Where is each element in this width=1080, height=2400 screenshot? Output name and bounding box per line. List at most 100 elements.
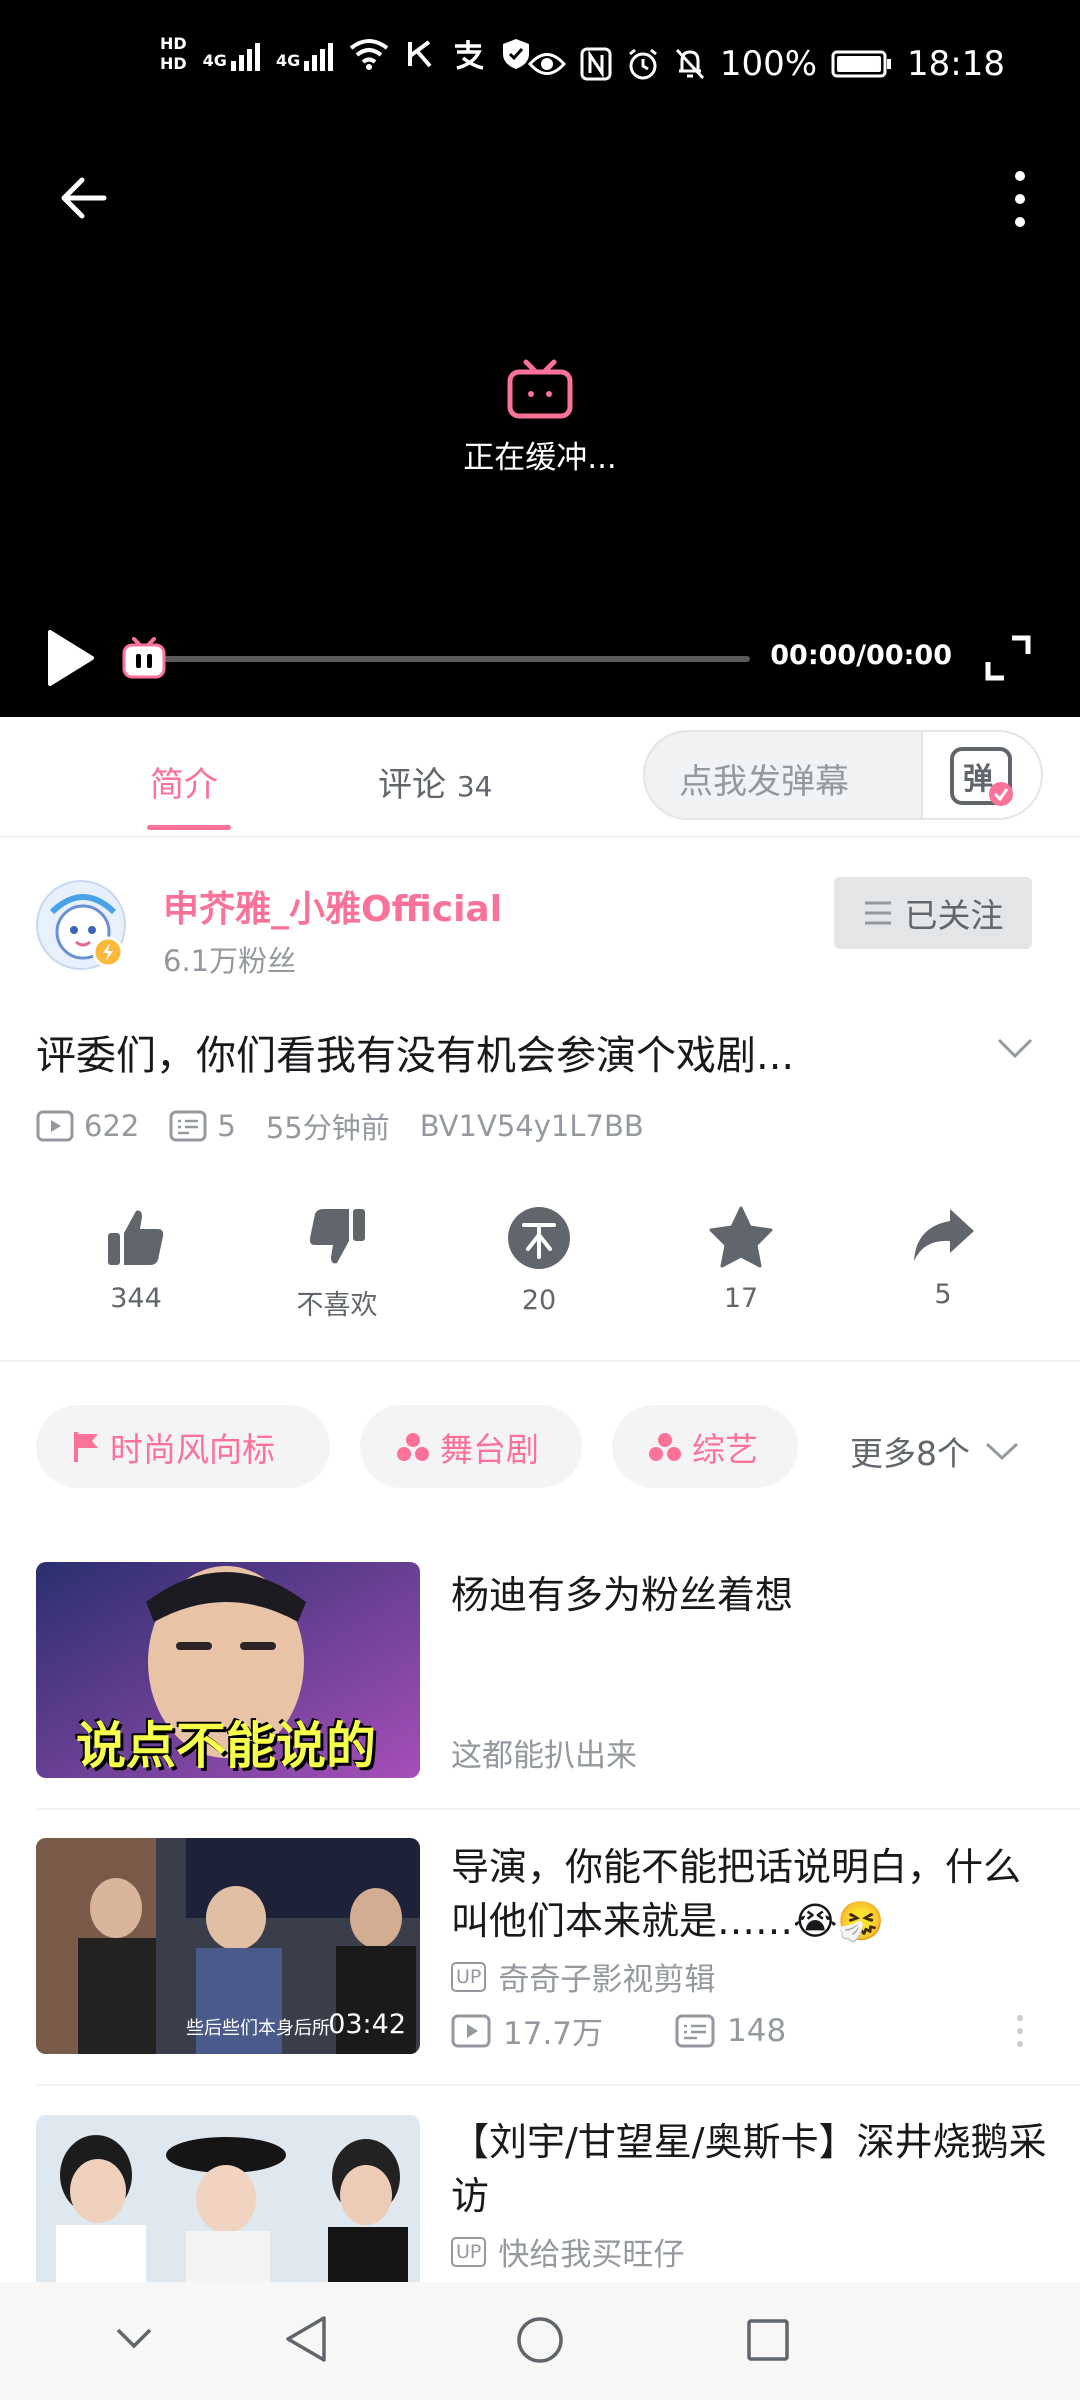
up-badge: UP — [451, 2236, 487, 2267]
nfc-icon — [580, 47, 612, 81]
status-right: 100% 18:18 — [527, 44, 1005, 84]
tab-comments[interactable]: 评论 34 — [378, 757, 492, 806]
tag-variety[interactable]: 综艺 — [612, 1405, 798, 1488]
up-name[interactable]: 申芥雅_小雅Official — [163, 880, 502, 932]
danmaku-count: 5 — [169, 1109, 236, 1143]
danmaku-count-value: 5 — [217, 1109, 236, 1143]
posted-time: 55分钟前 — [265, 1111, 390, 1145]
tag-label: 舞台剧 — [440, 1429, 539, 1469]
signal-icon — [230, 37, 260, 71]
time-display: 00:00/00:00 — [770, 640, 952, 671]
more-tags-button[interactable]: 更多8个 — [850, 1427, 1020, 1475]
coin-count: 20 — [521, 1285, 557, 1316]
thumbs-down-icon — [309, 1209, 365, 1264]
tab-intro[interactable]: 简介 — [150, 757, 218, 806]
danmaku-input[interactable]: 点我发弹幕 弹 — [643, 730, 1043, 820]
rec-stats: 17.7万 148 — [451, 2008, 786, 2053]
channel-icon — [649, 1432, 681, 1461]
play-icon[interactable] — [44, 628, 96, 688]
more-vertical-icon[interactable] — [1014, 2014, 1026, 2048]
hide-nav-chevron-icon[interactable] — [114, 2326, 154, 2350]
tab-comments-label: 评论 — [378, 765, 446, 805]
thumbnail-caption: 说点不能说的 — [76, 1717, 376, 1775]
more-tags-label: 更多8个 — [850, 1434, 970, 1473]
danmaku-toggle-button[interactable]: 弹 — [921, 732, 1041, 818]
video-player[interactable]: 正在缓冲... 00:00/00:00 — [0, 140, 1080, 717]
battery-icon — [831, 50, 892, 78]
video-thumbnail[interactable] — [36, 2115, 420, 2282]
thumbnail-caption: 些后些们本身后所 — [186, 2018, 330, 2039]
bvid[interactable]: BV1V54y1L7BB — [420, 1109, 644, 1143]
hd1-label: HD — [160, 34, 187, 53]
chevron-down-icon — [985, 1442, 1019, 1461]
follow-button[interactable]: 已关注 — [834, 877, 1032, 949]
video-meta: 622 5 55分钟前 BV1V54y1L7BB — [36, 1105, 674, 1147]
danmaku-placeholder: 点我发弹幕 — [679, 762, 849, 802]
home-circle-icon[interactable] — [516, 2316, 564, 2364]
list-divider — [36, 2084, 1080, 2086]
views: 17.7万 — [503, 2016, 604, 2052]
tab-indicator — [147, 825, 231, 830]
section-divider — [0, 1360, 1080, 1362]
tag-label: 综艺 — [692, 1429, 758, 1469]
shield-icon — [503, 39, 530, 69]
more-vertical-icon[interactable] — [1010, 170, 1030, 228]
dislike-button[interactable]: 不喜欢 — [272, 1205, 402, 1322]
recents-square-icon[interactable] — [746, 2318, 790, 2362]
net1-label: 4G — [202, 51, 227, 70]
rec-title: 【刘宇/甘望星/奥斯卡】深井烧鹅采访 — [451, 2120, 1047, 2218]
rec-item[interactable]: 说点不能说的 杨迪有多为粉丝着想 这都能扒出来 — [0, 1562, 1080, 1780]
share-button[interactable]: 5 — [878, 1205, 1008, 1310]
play-count-icon — [36, 1110, 74, 1142]
thumbnail-image — [36, 2115, 420, 2282]
alipay-icon — [455, 40, 484, 70]
rec-author: UP 快给我买旺仔 — [451, 2229, 684, 2274]
alarm-icon — [628, 48, 657, 80]
wifi-icon — [349, 39, 389, 70]
danmaku-button-label: 弹 — [963, 762, 993, 797]
signal-icon — [304, 37, 334, 71]
status-left: HD HD 4G 4G — [160, 34, 531, 74]
favorite-button[interactable]: 17 — [676, 1205, 806, 1314]
k-app-icon — [408, 40, 432, 68]
system-nav-bar — [0, 2282, 1080, 2400]
share-arrow-icon — [914, 1209, 974, 1261]
progress-thumb-icon[interactable] — [122, 637, 166, 679]
video-thumbnail[interactable]: 些后些们本身后所 03:42 — [36, 1838, 420, 2054]
rec-item[interactable]: 【刘宇/甘望星/奥斯卡】深井烧鹅采访 UP 快给我买旺仔 — [0, 2115, 1080, 2282]
dislike-label: 不喜欢 — [296, 1290, 378, 1321]
progress-bar[interactable] — [160, 656, 750, 662]
mute-bell-icon — [675, 48, 704, 80]
back-arrow-icon[interactable] — [58, 172, 110, 224]
play-count-icon — [451, 2014, 491, 2047]
danmaku-count-icon — [675, 2014, 715, 2047]
clock: 18:18 — [907, 44, 1005, 84]
up-badge: UP — [451, 1961, 487, 1992]
coin-icon — [508, 1207, 570, 1269]
battery-percent: 100% — [719, 44, 818, 84]
tag-stage-play[interactable]: 舞台剧 — [360, 1405, 582, 1488]
favorite-count: 17 — [723, 1283, 759, 1314]
thumbs-up-icon — [108, 1210, 164, 1265]
author-name: 快给我买旺仔 — [498, 2237, 685, 2273]
coin-button[interactable]: 20 — [474, 1205, 604, 1316]
tab-bar: 简介 评论 34 点我发弹幕 弹 — [0, 717, 1080, 837]
back-triangle-icon[interactable] — [284, 2314, 328, 2364]
fullscreen-icon[interactable] — [984, 634, 1032, 682]
tab-comments-count: 34 — [456, 770, 493, 803]
star-icon — [709, 1206, 773, 1268]
chevron-down-icon[interactable] — [996, 1037, 1034, 1059]
video-thumbnail[interactable]: 说点不能说的 — [36, 1562, 420, 1778]
rec-subtitle: 这都能扒出来 — [451, 1738, 637, 1774]
tag-label: 时尚风向标 — [110, 1429, 275, 1469]
like-button[interactable]: 344 — [71, 1205, 201, 1314]
danmaku: 148 — [727, 2012, 787, 2049]
rec-author: UP 奇奇子影视剪辑 — [451, 1954, 715, 1999]
view-count-value: 622 — [84, 1109, 140, 1143]
rec-title: 杨迪有多为粉丝着想 — [451, 1573, 794, 1617]
rec-item[interactable]: 些后些们本身后所 03:42 导演，你能不能把话说明白，什么叫他们本来就是……😭… — [0, 1838, 1080, 2056]
video-title[interactable]: 评委们，你们看我有没有机会参演个戏剧... — [36, 1023, 794, 1081]
author-name: 奇奇子影视剪辑 — [498, 1962, 716, 1998]
tag-fashion[interactable]: 时尚风向标 — [36, 1405, 330, 1488]
rec-title: 导演，你能不能把话说明白，什么叫他们本来就是……😭🤧 — [451, 1845, 1022, 1943]
